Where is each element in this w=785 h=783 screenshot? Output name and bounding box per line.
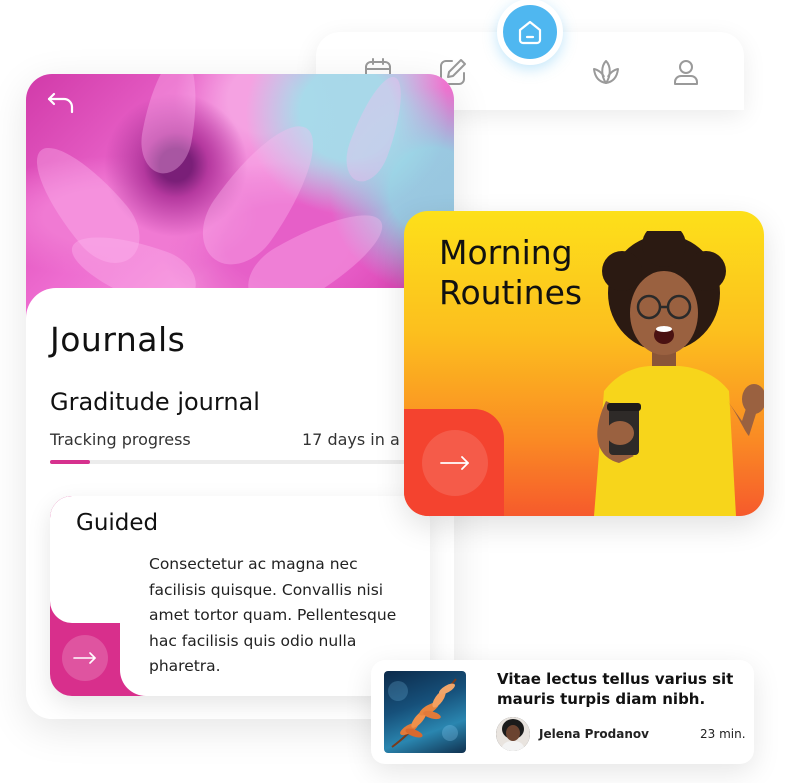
journals-content: Journals Graditude journal Tracking prog… (26, 288, 454, 719)
morning-routines-card[interactable]: Morning Routines (404, 211, 764, 516)
guided-description: Consectetur ac magna nec facilisis quisq… (149, 555, 397, 675)
tracking-label: Tracking progress (50, 430, 191, 449)
article-thumbnail (384, 671, 466, 753)
arrow-right-icon (73, 652, 96, 664)
days-count: 17 days in a r (302, 430, 412, 449)
author-name: Jelena Prodanov (539, 727, 649, 741)
article-title[interactable]: Vitae lectus tellus varius sit mauris tu… (497, 669, 737, 709)
back-arrow-icon[interactable] (46, 90, 76, 116)
user-icon[interactable] (670, 56, 702, 88)
lotus-icon[interactable] (590, 56, 622, 88)
morning-title-line-1: Morning (439, 233, 573, 272)
read-time: 23 min. (700, 727, 746, 741)
home-button[interactable] (497, 0, 563, 65)
author-avatar (496, 717, 530, 751)
morning-title-line-2: Routines (439, 273, 583, 312)
morning-title: Morning Routines (439, 233, 582, 313)
journals-card: Journals Graditude journal Tracking prog… (26, 74, 454, 719)
guided-arrow-button[interactable] (62, 635, 108, 681)
page-title: Journals (50, 320, 186, 359)
progress-bar (50, 460, 454, 464)
progress-bar-fill (50, 460, 91, 464)
article-card[interactable]: Vitae lectus tellus varius sit mauris tu… (371, 660, 754, 764)
woman-with-coffee-illustration (594, 231, 764, 516)
morning-arrow-button[interactable] (422, 430, 488, 496)
guided-title: Guided (76, 510, 159, 536)
home-icon (518, 20, 542, 45)
journal-name: Graditude journal (50, 388, 260, 416)
arrow-right-icon (440, 456, 469, 470)
